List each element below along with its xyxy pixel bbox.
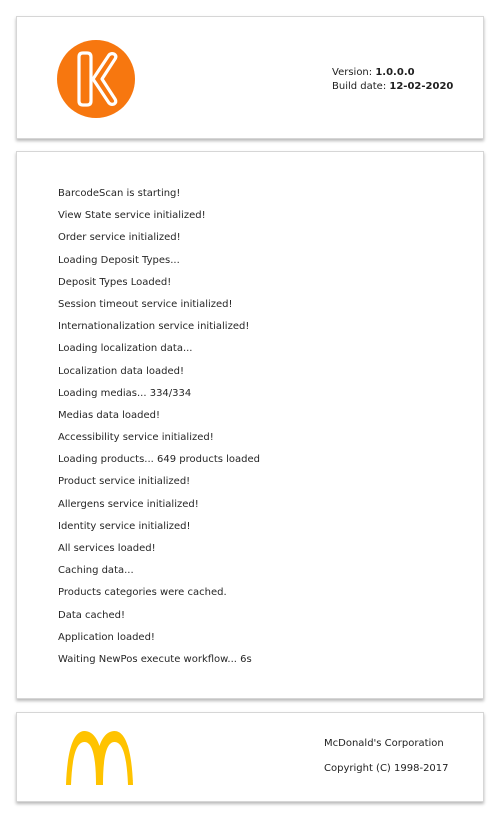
version-label: Version: [332,67,373,78]
log-line: Waiting NewPos execute workflow... 6s [58,653,252,665]
footer-card: ® McDonald's Corporation Copyright (C) 1… [16,712,484,802]
log-line: Medias data loaded! [58,409,161,421]
k-logo-icon [57,40,135,118]
log-line: Data cached! [58,609,126,621]
log-line: Product service initialized! [58,476,191,488]
log-line: View State service initialized! [58,210,206,222]
corporation-name: McDonald's Corporation [324,738,444,749]
startup-log-card: BarcodeScan is starting! View State servi… [16,151,484,699]
log-line: Deposit Types Loaded! [58,276,172,288]
log-line: Loading localization data... [58,343,193,355]
log-line: Loading products... 649 products loaded [58,454,261,466]
svg-text:®: ® [129,779,133,785]
log-line: Application loaded! [58,631,155,643]
log-line: Internationalization service initialized… [58,321,250,333]
log-line: All services loaded! [58,543,156,554]
log-line: BarcodeScan is starting! [58,188,181,199]
log-line: Loading medias... 334/334 [58,387,192,399]
log-line: Accessibility service initialized! [58,432,214,444]
build-date-line: Build date: 12-02-2020 [332,80,453,94]
log-line: Session timeout service initialized! [58,298,233,310]
log-line: Order service initialized! [58,232,181,244]
build-date-value: 12-02-2020 [389,81,454,92]
log-line: Allergens service initialized! [58,498,199,510]
version-value: 1.0.0.0 [375,67,415,78]
log-line: Caching data... [58,565,134,577]
corporation-info: McDonald's Corporation Copyright (C) 199… [324,737,449,775]
log-line: Localization data loaded! [58,365,184,377]
log-line: Loading Deposit Types... [58,254,180,266]
startup-log-list: BarcodeScan is starting! View State servi… [58,183,260,671]
log-line: Products categories were cached. [58,587,227,599]
version-line: Version: 1.0.0.0 [332,66,453,80]
build-date-label: Build date: [332,81,387,92]
mcdonalds-arches-icon: ® [66,731,133,785]
log-line: Identity service initialized! [58,520,191,532]
header-card: Version: 1.0.0.0 Build date: 12-02-2020 [16,16,484,139]
copyright-text: Copyright (C) 1998-2017 [324,763,449,774]
version-info: Version: 1.0.0.0 Build date: 12-02-2020 [332,66,453,94]
